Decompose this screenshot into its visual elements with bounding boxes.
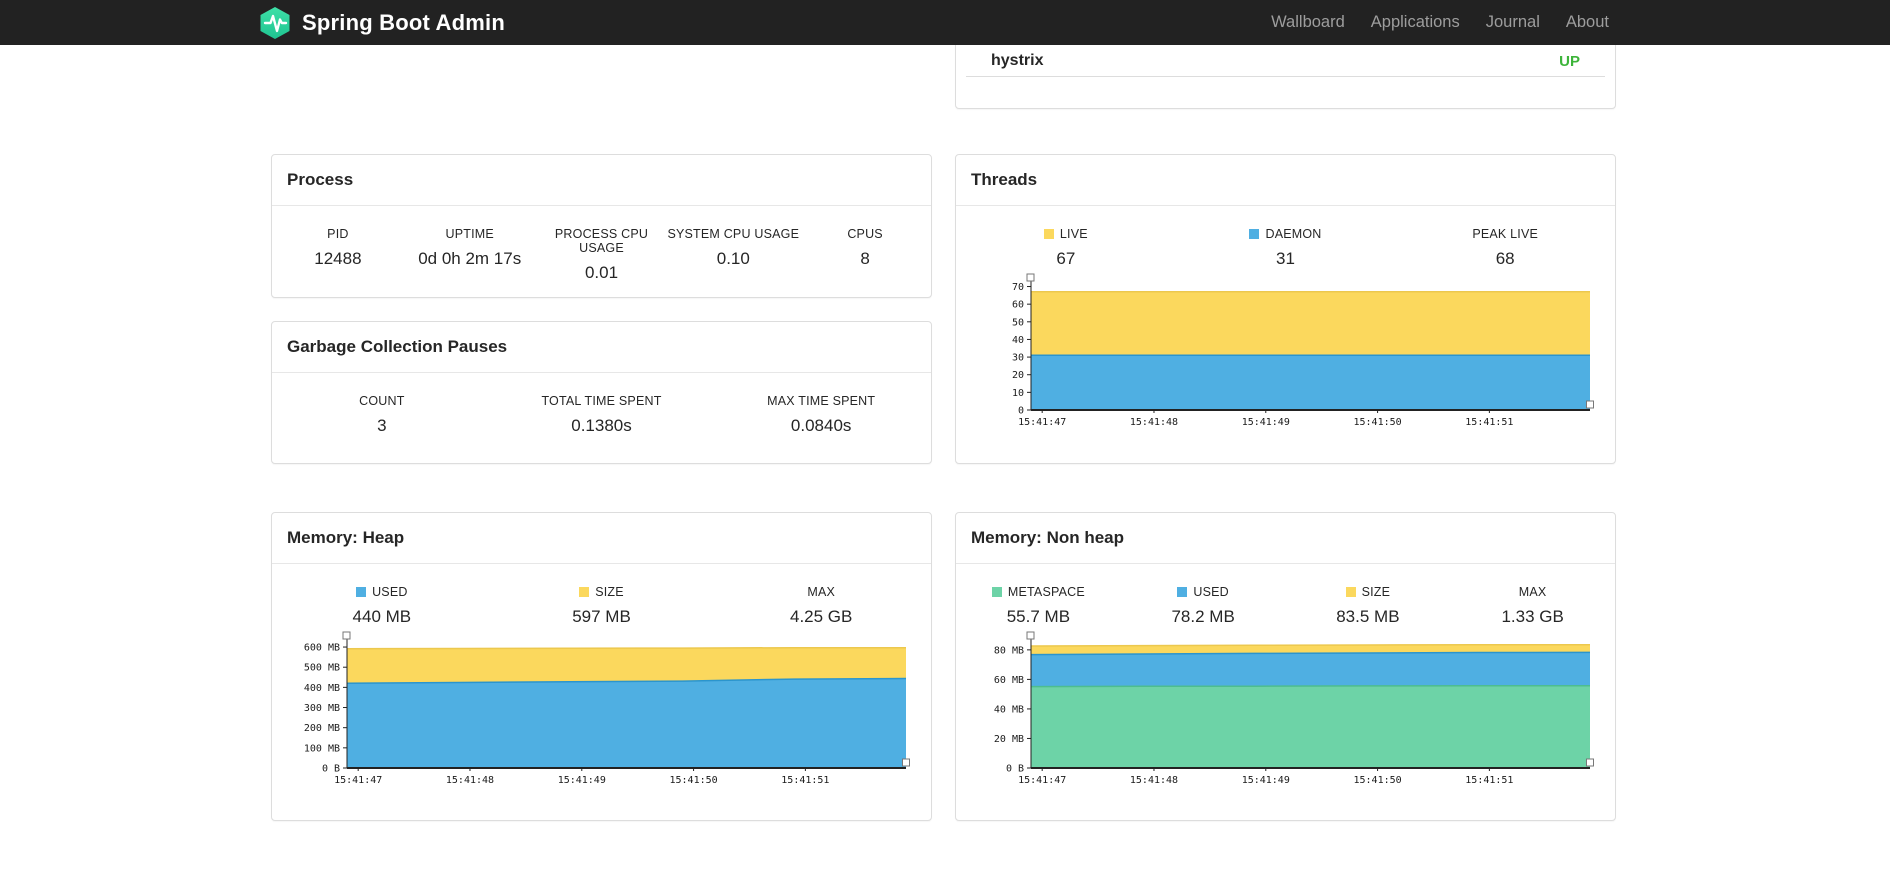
spring-boot-admin-page: { "navbar": { "brand": "Spring Boot Admi… — [0, 0, 1890, 892]
metric-gc-total-time: TOTAL TIME SPENT 0.1380s — [541, 394, 662, 435]
nav-links: Wallboard Applications Journal About — [1258, 0, 1622, 45]
heap-chart: 0 B 100 MB 200 MB 300 MB 400 MB 500 MB 600 MB 1… — [304, 631, 910, 786]
gc-panel-title: Garbage Collection Pauses — [272, 322, 931, 373]
svg-text:400 MB: 400 MB — [304, 683, 340, 694]
threads-chart: 0 10 20 30 40 50 60 70 15:41:47 15:41:48 15:41:49 1… — [1012, 273, 1594, 428]
heap-panel: Memory: Heap USED 440 MB SIZE 597 MB MAX… — [271, 512, 932, 821]
svg-text:60 MB: 60 MB — [994, 675, 1024, 686]
svg-text:40 MB: 40 MB — [994, 704, 1024, 715]
svg-text:15:41:51: 15:41:51 — [1465, 417, 1513, 428]
svg-text:15:41:47: 15:41:47 — [1018, 775, 1066, 786]
metric-cpus: CPUS 8 — [847, 227, 883, 268]
metric-system-cpu-usage: SYSTEM CPU USAGE 0.10 — [667, 227, 800, 268]
svg-text:80 MB: 80 MB — [994, 645, 1024, 656]
metric-gc-max-time: MAX TIME SPENT 0.0840s — [767, 394, 876, 435]
svg-text:70: 70 — [1012, 282, 1024, 293]
brand-title: Spring Boot Admin — [302, 9, 506, 35]
heap-size-swatch-icon — [579, 587, 590, 597]
legend-nonheap-size: SIZE 83.5 MB — [1336, 585, 1400, 626]
nonheap-panel: Memory: Non heap METASPACE 55.7 MB USED … — [955, 512, 1616, 821]
svg-text:15:41:49: 15:41:49 — [1242, 417, 1290, 428]
threads-legend: LIVE 67 DAEMON 31 PEAK LIVE 68 — [956, 206, 1615, 269]
svg-text:300 MB: 300 MB — [304, 703, 340, 714]
threads-panel: Threads LIVE 67 DAEMON 31 PEAK LIVE 68 0… — [955, 154, 1616, 464]
svg-text:15:41:47: 15:41:47 — [334, 775, 382, 786]
svg-text:20: 20 — [1012, 370, 1024, 381]
nonheap-panel-title: Memory: Non heap — [956, 513, 1615, 564]
svg-text:0 B: 0 B — [1006, 764, 1024, 775]
svg-text:20 MB: 20 MB — [994, 734, 1024, 745]
svg-text:15:41:48: 15:41:48 — [446, 775, 494, 786]
legend-nonheap-max: MAX 1.33 GB — [1501, 585, 1564, 626]
nonheap-used-swatch-icon — [1177, 587, 1188, 597]
legend-metaspace: METASPACE 55.7 MB — [956, 585, 1121, 627]
svg-text:50: 50 — [1012, 317, 1024, 328]
legend-heap-max: MAX 4.25 GB — [789, 585, 853, 626]
svg-text:0: 0 — [1018, 406, 1024, 417]
legend-live: LIVE 67 — [956, 227, 1176, 269]
svg-text:15:41:50: 15:41:50 — [1353, 417, 1401, 428]
brand[interactable]: Spring Boot Admin — [258, 0, 505, 45]
svg-text:15:41:48: 15:41:48 — [1130, 417, 1178, 428]
svg-text:15:41:50: 15:41:50 — [669, 775, 717, 786]
svg-text:15:41:50: 15:41:50 — [1353, 775, 1401, 786]
svg-text:600 MB: 600 MB — [304, 643, 340, 654]
svg-text:15:41:47: 15:41:47 — [1018, 417, 1066, 428]
metric-pid: PID 12488 — [314, 227, 362, 268]
svg-text:500 MB: 500 MB — [304, 663, 340, 674]
nav-item-applications[interactable]: Applications — [1358, 13, 1473, 32]
metric-uptime: UPTIME 0d 0h 2m 17s — [418, 227, 522, 268]
process-panel-title: Process — [272, 155, 931, 206]
svg-text:15:41:49: 15:41:49 — [558, 775, 606, 786]
nonheap-chart: 0 B 20 MB 40 MB 60 MB 80 MB 15:41:47 15:41:48 1… — [994, 631, 1594, 786]
gc-metrics: COUNT 3 TOTAL TIME SPENT 0.1380s MAX TIM… — [272, 373, 931, 436]
gc-panel: Garbage Collection Pauses COUNT 3 TOTAL … — [271, 321, 932, 464]
service-name: hystrix — [991, 52, 1044, 69]
metaspace-swatch-icon — [991, 587, 1002, 597]
navbar: Spring Boot Admin Wallboard Applications… — [0, 0, 1890, 45]
svg-text:200 MB: 200 MB — [304, 723, 340, 734]
svg-text:15:41:51: 15:41:51 — [1465, 775, 1513, 786]
svg-text:40: 40 — [1012, 335, 1024, 346]
nav-item-about[interactable]: About — [1553, 13, 1622, 32]
nonheap-size-swatch-icon — [1345, 587, 1356, 597]
heap-legend: USED 440 MB SIZE 597 MB MAX 4.25 GB — [272, 564, 931, 627]
legend-heap-used: USED 440 MB — [352, 585, 412, 626]
svg-text:15:41:48: 15:41:48 — [1130, 775, 1178, 786]
legend-daemon: DAEMON 31 — [1176, 227, 1396, 269]
svg-text:100 MB: 100 MB — [304, 743, 340, 754]
legend-nonheap-used: USED 78.2 MB — [1171, 585, 1235, 626]
live-swatch-icon — [1043, 229, 1054, 239]
process-panel: Process PID 12488 UPTIME 0d 0h 2m 17s PR… — [271, 154, 932, 298]
threads-panel-title: Threads — [956, 155, 1615, 206]
svg-text:10: 10 — [1012, 388, 1024, 399]
nonheap-legend: METASPACE 55.7 MB USED 78.2 MB SIZE 83.5… — [956, 564, 1615, 627]
heap-panel-title: Memory: Heap — [272, 513, 931, 564]
status-row: hystrix UP — [966, 46, 1605, 77]
legend-heap-size: SIZE 597 MB — [572, 585, 631, 626]
process-metrics: PID 12488 UPTIME 0d 0h 2m 17s PROCESS CP… — [272, 206, 931, 283]
brand-logo-icon — [258, 6, 292, 40]
svg-text:15:41:51: 15:41:51 — [781, 775, 829, 786]
metric-gc-count: COUNT 3 — [359, 394, 405, 435]
legend-peak-live: PEAK LIVE 68 — [1472, 227, 1539, 268]
svg-text:60: 60 — [1012, 300, 1024, 311]
svg-text:15:41:49: 15:41:49 — [1242, 775, 1290, 786]
daemon-swatch-icon — [1249, 229, 1260, 239]
nav-item-wallboard[interactable]: Wallboard — [1258, 13, 1358, 32]
svg-text:0 B: 0 B — [322, 764, 340, 775]
status-badge: UP — [1559, 52, 1580, 70]
nav-item-journal[interactable]: Journal — [1473, 13, 1553, 32]
svg-text:30: 30 — [1012, 353, 1024, 364]
heap-used-swatch-icon — [356, 587, 367, 597]
metric-process-cpu-usage: PROCESS CPU USAGE 0.01 — [554, 227, 649, 282]
